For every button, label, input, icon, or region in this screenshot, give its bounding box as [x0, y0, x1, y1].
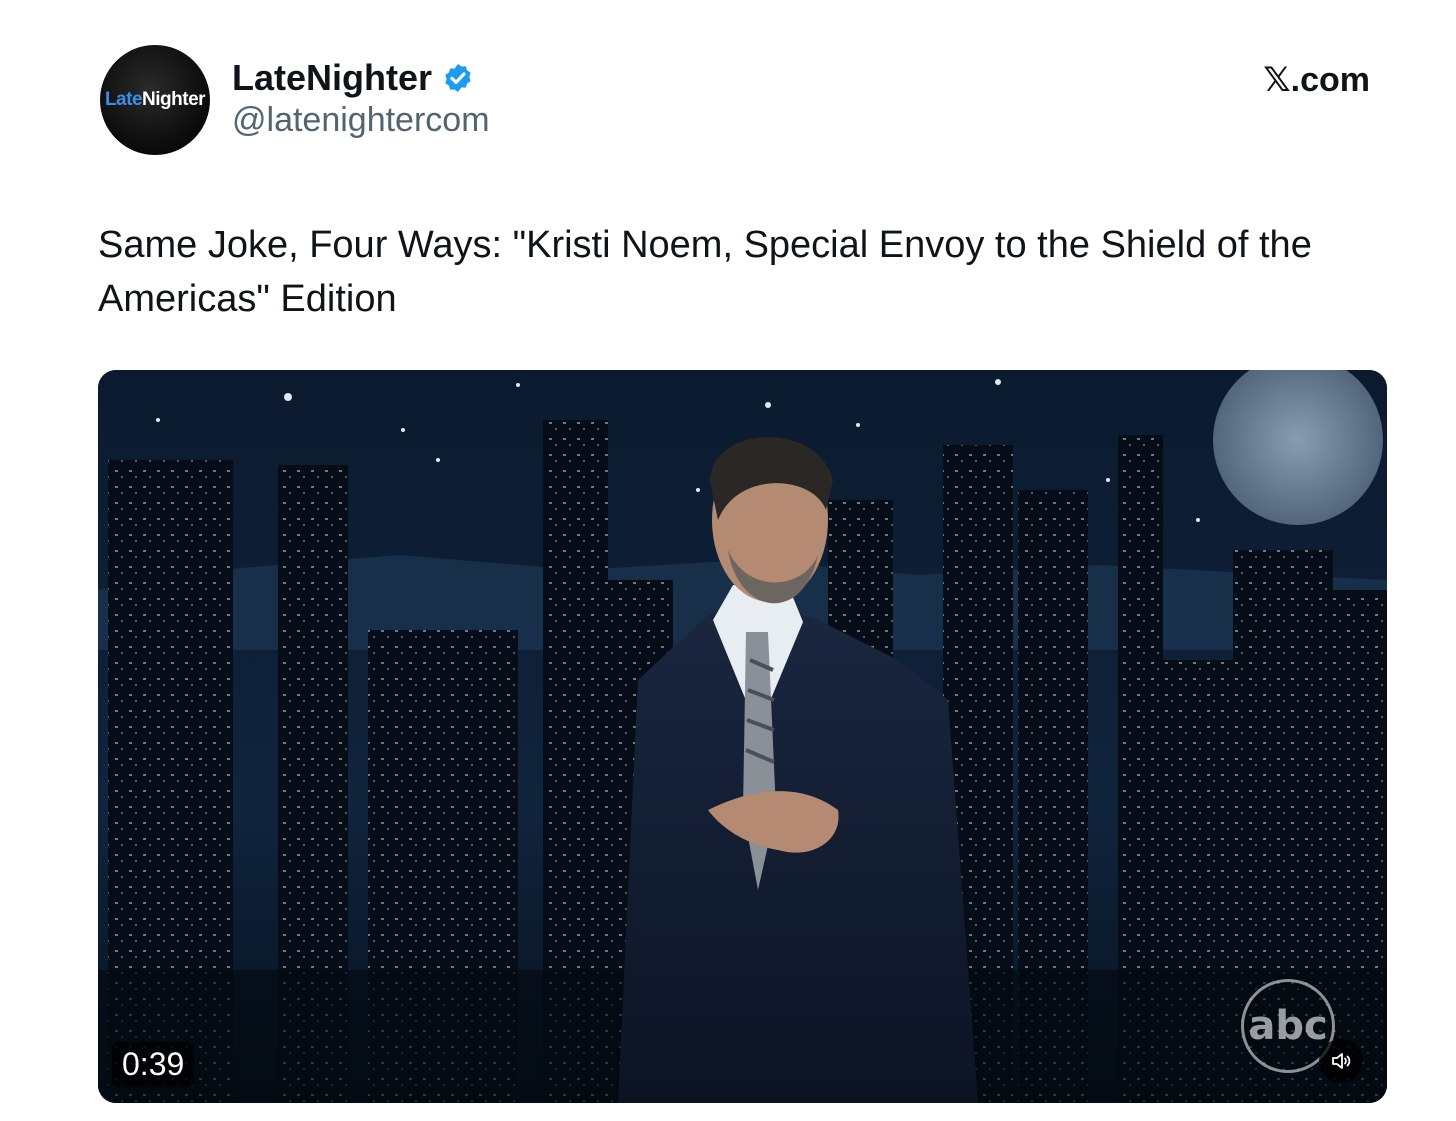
video-player[interactable]: 0:39 abc — [98, 370, 1387, 1103]
avatar[interactable]: LateNighter — [100, 45, 210, 155]
author-handle[interactable]: @latenightercom — [232, 101, 490, 140]
tweet-text: Same Joke, Four Ways: "Kristi Noem, Spec… — [98, 224, 1312, 320]
x-com-link[interactable]: 𝕏.com — [1263, 60, 1370, 100]
speaker-icon — [1332, 1053, 1351, 1069]
display-name-row[interactable]: LateNighter — [232, 57, 474, 99]
video-duration: 0:39 — [112, 1042, 195, 1087]
mute-button[interactable] — [1319, 1039, 1363, 1083]
video-frame — [98, 370, 1387, 1103]
verified-badge-icon — [445, 64, 471, 92]
latenighter-logo: LateNighter — [104, 89, 206, 110]
display-name[interactable]: LateNighter — [232, 57, 432, 99]
